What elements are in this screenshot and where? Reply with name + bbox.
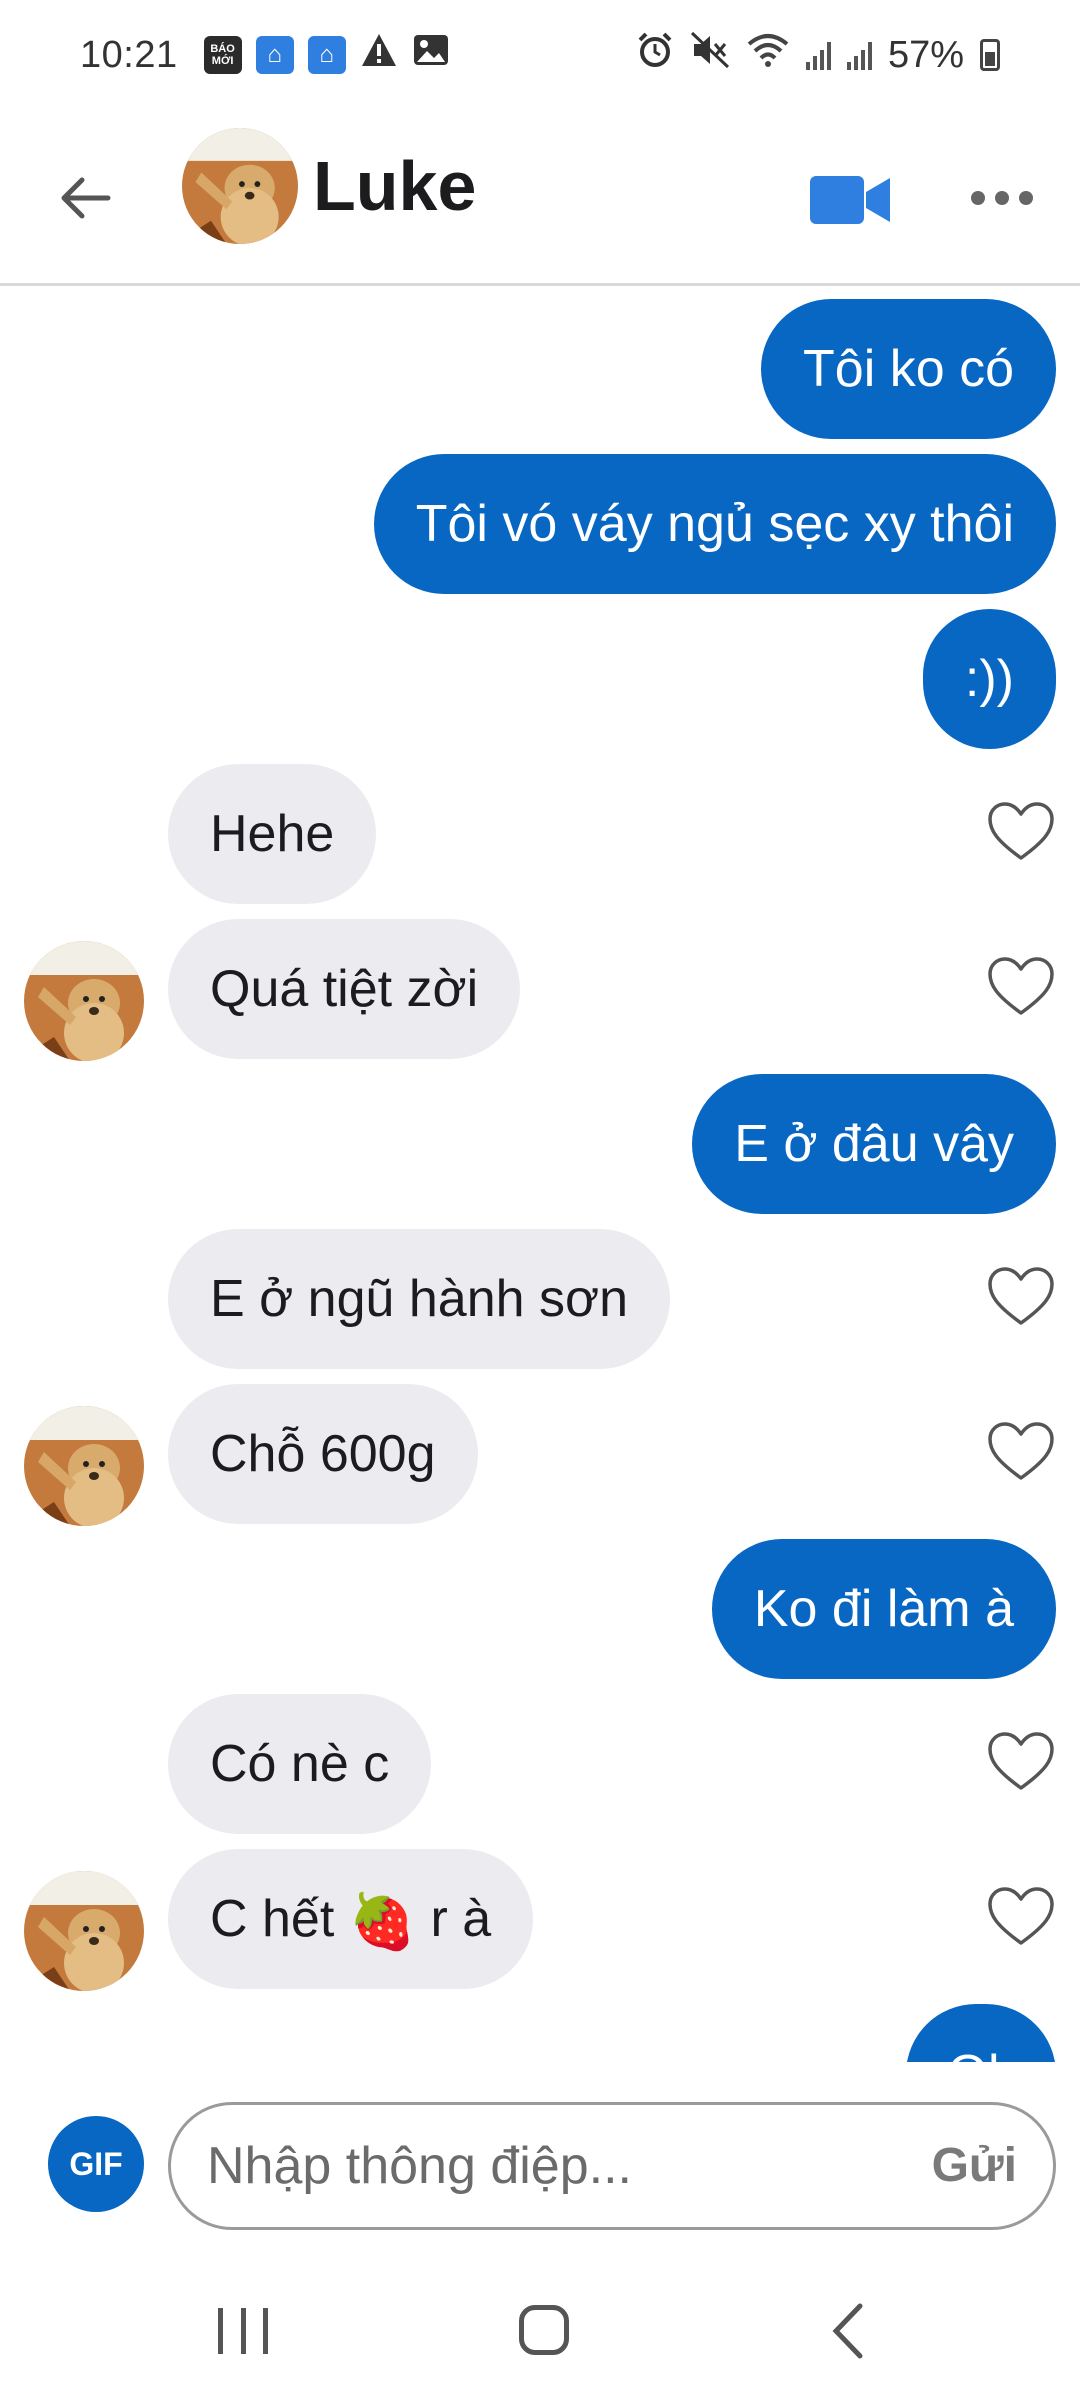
message-bubble[interactable]: Có nè c (168, 1694, 432, 1834)
dog-avatar-image (24, 1406, 144, 1526)
home-app-icon: ⌂ (255, 36, 294, 74)
message-bubble[interactable]: Ok (905, 2004, 1056, 2062)
chat-screen: 10:21 BÁO MỚI ⌂ ⌂ 57% Luke Tôi ko có Tôi… (0, 0, 1080, 2400)
message-bubble[interactable]: Quá tiệt zời (168, 919, 521, 1059)
alarm-icon (636, 31, 674, 79)
message-text: E ở ngũ hành sơn (210, 1270, 629, 1328)
like-button[interactable] (986, 955, 1056, 1019)
message-bubble[interactable]: E ở ngũ hành sơn (168, 1229, 671, 1369)
message-text: Tôi ko có (803, 340, 1014, 398)
dog-avatar-image (24, 941, 144, 1061)
contact-avatar[interactable] (182, 128, 298, 244)
outgoing-message: :)) (0, 609, 1080, 749)
send-button[interactable]: Gửi (932, 2105, 1017, 2227)
mute-icon (690, 31, 730, 79)
message-composer: GIF Gửi (0, 2062, 1080, 2252)
recent-apps-button[interactable] (218, 2308, 268, 2354)
like-button[interactable] (986, 1420, 1056, 1484)
conversation-header: Luke (0, 110, 1080, 286)
incoming-message: C hết 🍓 r à (0, 1849, 1080, 1991)
chevron-left-icon (832, 2303, 863, 2359)
video-camera-icon (810, 176, 890, 224)
contact-name[interactable]: Luke (313, 146, 476, 226)
heart-icon (988, 1732, 1054, 1790)
system-navigation-bar (0, 2252, 1080, 2400)
outgoing-message: Ko đi làm à (0, 1539, 1080, 1679)
message-bubble[interactable]: Tôi ko có (761, 299, 1056, 439)
battery-icon (980, 39, 1000, 71)
image-icon (412, 32, 450, 78)
more-dots-icon (971, 191, 1033, 205)
message-text: Hehe (210, 805, 335, 863)
wifi-icon (746, 31, 790, 79)
heart-icon (988, 802, 1054, 860)
outgoing-message: E ở đâu vây (0, 1074, 1080, 1214)
message-text: Tôi vó váy ngủ sẹc xy thôi (415, 495, 1014, 553)
message-text: :)) (964, 650, 1014, 708)
message-text: r à (430, 1890, 492, 1948)
incoming-message: E ở ngũ hành sơn (0, 1229, 1080, 1369)
arrow-left-icon (61, 177, 111, 219)
more-options-button[interactable] (962, 166, 1042, 230)
message-text: Quá tiệt zời (210, 960, 479, 1018)
like-button[interactable] (986, 1265, 1056, 1329)
sender-avatar[interactable] (24, 941, 144, 1061)
dog-avatar-image (24, 1871, 144, 1991)
signal-icon (846, 40, 872, 70)
status-right: 57% (636, 31, 1000, 79)
heart-icon (988, 1267, 1054, 1325)
like-button[interactable] (986, 1885, 1056, 1949)
message-bubble[interactable]: Hehe (168, 764, 377, 904)
status-time: 10:21 (80, 33, 178, 76)
status-left: 10:21 BÁO MỚI ⌂ ⌂ (80, 32, 450, 78)
strawberry-emoji: 🍓 (348, 1892, 416, 1953)
battery-percent: 57% (887, 33, 964, 76)
gif-button[interactable]: GIF (48, 2116, 144, 2212)
message-bubble[interactable]: E ở đâu vây (692, 1074, 1056, 1214)
home-button[interactable] (519, 2305, 569, 2355)
signal-icon (805, 40, 831, 70)
outgoing-message: Tôi vó váy ngủ sẹc xy thôi (0, 454, 1080, 594)
message-text: Chỗ 600g (210, 1425, 436, 1483)
back-button[interactable] (48, 160, 124, 236)
dog-avatar-image (182, 128, 298, 244)
incoming-message: Hehe (0, 764, 1080, 904)
message-text: E ở đâu vây (734, 1115, 1014, 1173)
message-text: Ko đi làm à (753, 1580, 1014, 1638)
status-bar: 10:21 BÁO MỚI ⌂ ⌂ 57% (0, 0, 1080, 110)
like-button[interactable] (986, 1730, 1056, 1794)
message-field: Gửi (168, 2102, 1056, 2230)
message-bubble[interactable]: :)) (922, 609, 1056, 749)
heart-icon (988, 1887, 1054, 1945)
system-back-button[interactable] (826, 2302, 870, 2360)
message-bubble[interactable]: Ko đi làm à (711, 1539, 1056, 1679)
message-input[interactable] (207, 2105, 857, 2227)
like-button[interactable] (986, 800, 1056, 864)
message-bubble[interactable]: Tôi vó váy ngủ sẹc xy thôi (373, 454, 1056, 594)
message-text: C hết (210, 1890, 335, 1948)
heart-icon (988, 1422, 1054, 1480)
message-bubble[interactable]: Chỗ 600g (168, 1384, 478, 1524)
sender-avatar[interactable] (24, 1871, 144, 1991)
sender-avatar[interactable] (24, 1406, 144, 1526)
warning-icon (360, 32, 398, 78)
heart-icon (988, 957, 1054, 1015)
incoming-message: Chỗ 600g (0, 1384, 1080, 1526)
outgoing-message: Tôi ko có (0, 299, 1080, 439)
incoming-message: Quá tiệt zời (0, 919, 1080, 1061)
message-text: Ok (948, 2045, 1014, 2062)
video-call-button[interactable] (808, 162, 894, 238)
message-list[interactable]: Tôi ko có Tôi vó váy ngủ sẹc xy thôi:)) He… (0, 289, 1080, 2062)
incoming-message: Có nè c (0, 1694, 1080, 1834)
baomoi-app-icon: BÁO MỚI (203, 36, 242, 74)
message-text: Có nè c (210, 1735, 390, 1793)
home-app-icon: ⌂ (307, 36, 346, 74)
message-bubble[interactable]: C hết 🍓 r à (168, 1849, 534, 1989)
outgoing-message: Ok (0, 2004, 1080, 2062)
